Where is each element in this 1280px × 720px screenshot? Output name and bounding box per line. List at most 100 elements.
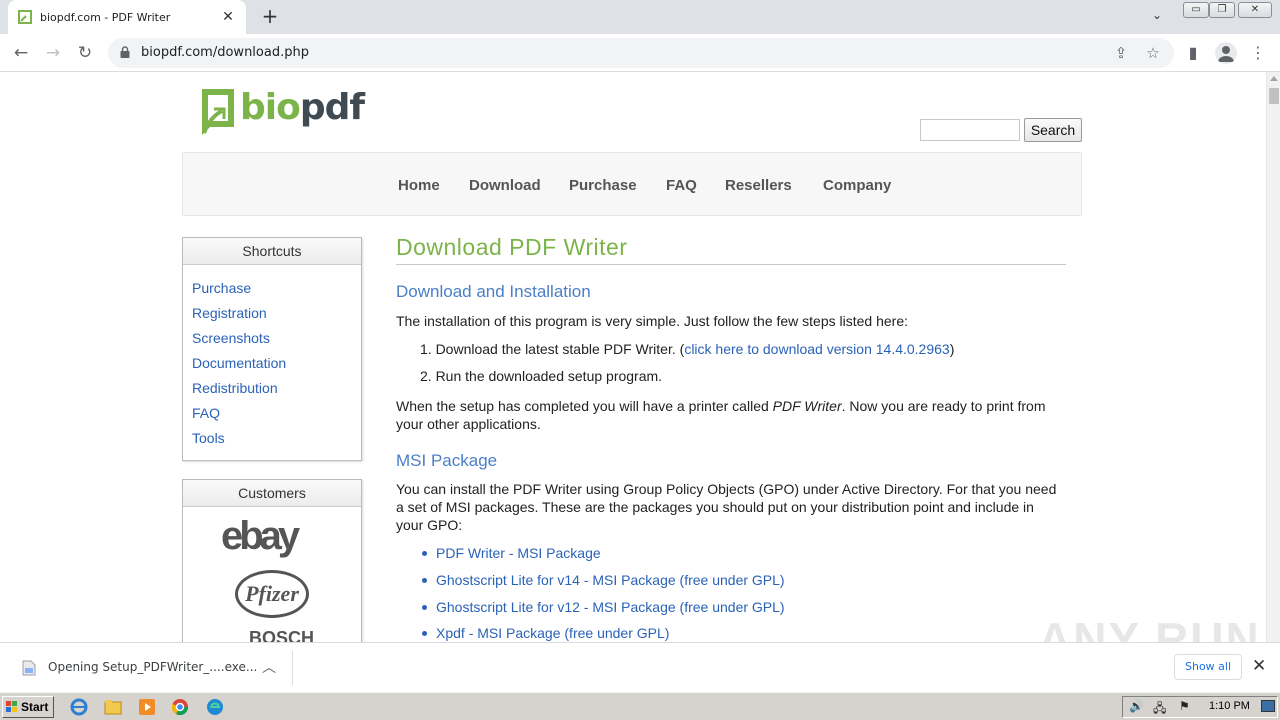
section-download-installation: Download and Installation: [396, 282, 591, 301]
shortcuts-box: Shortcuts Purchase Registration Screensh…: [182, 237, 362, 461]
site-navbar: Home Download Purchase FAQ Resellers Com…: [182, 152, 1082, 216]
msi-intro-text: You can install the PDF Writer using Gro…: [396, 481, 1057, 533]
download-link[interactable]: click here to download version 14.4.0.29…: [684, 341, 949, 357]
chevron-up-icon[interactable]: ︿: [262, 657, 276, 677]
close-window-button[interactable]: ✕: [1238, 2, 1272, 18]
shortcuts-title: Shortcuts: [183, 238, 361, 265]
media-player-icon[interactable]: [138, 698, 156, 716]
download-status-text[interactable]: Opening Setup_PDFWriter_....exe...: [48, 660, 257, 674]
site-search-button[interactable]: Search: [1024, 118, 1082, 142]
bullet-dot: [422, 551, 427, 556]
close-download-bar-icon[interactable]: ✕: [1252, 656, 1266, 676]
scroll-up-arrow-icon[interactable]: [1270, 76, 1278, 81]
pfizer-text: Pfizer: [245, 581, 299, 606]
internet-explorer-icon[interactable]: [70, 698, 88, 716]
nav-home[interactable]: Home: [398, 177, 440, 194]
new-tab-button[interactable]: +: [258, 5, 282, 29]
edge-icon[interactable]: [206, 698, 224, 716]
site-search-input[interactable]: [920, 119, 1020, 141]
show-desktop-icon[interactable]: [1261, 700, 1275, 712]
biopdf-logo-icon: [202, 89, 234, 135]
customers-title: Customers: [183, 480, 361, 507]
profile-avatar-icon[interactable]: [1215, 42, 1237, 64]
shortcut-faq[interactable]: FAQ: [192, 405, 220, 421]
after-setup-text: When the setup has completed you will ha…: [396, 397, 1064, 433]
section-msi-package: MSI Package: [396, 451, 498, 470]
bullet-dot: [422, 605, 427, 610]
lock-icon: [120, 46, 130, 58]
tab-title: biopdf.com - PDF Writer: [40, 10, 171, 24]
bullet-dot: [422, 631, 427, 636]
url-text[interactable]: biopdf.com/download.php: [141, 45, 309, 60]
nav-resellers[interactable]: Resellers: [725, 177, 792, 194]
bosch-text: BOSCH: [249, 628, 315, 642]
forward-arrow-icon[interactable]: →: [42, 42, 64, 64]
download-bar: Opening Setup_PDFWriter_....exe... ︿ Sho…: [0, 642, 1280, 692]
biopdf-logo[interactable]: biopdf: [196, 85, 365, 139]
page-title: Download PDF Writer: [396, 234, 1066, 265]
shortcut-documentation[interactable]: Documentation: [192, 355, 286, 371]
customers-box: Customers ebay Pfizer BOSCH: [182, 479, 362, 642]
bullet-dot: [422, 578, 427, 583]
flag-icon[interactable]: ⚑: [1179, 699, 1190, 713]
address-bar[interactable]: biopdf.com/download.php ⇪ ☆: [108, 38, 1174, 68]
logo-bio: bio: [240, 87, 301, 128]
msi-link-xpdf[interactable]: Xpdf - MSI Package (free under GPL): [436, 625, 669, 641]
page-viewport: biopdf Search Home Download Purchase FAQ…: [0, 72, 1266, 642]
tab-search-chevron-icon[interactable]: ⌄: [1152, 8, 1162, 22]
customer-logo-pfizer: Pfizer: [235, 570, 309, 618]
shortcut-purchase[interactable]: Purchase: [192, 280, 251, 296]
shortcut-screenshots[interactable]: Screenshots: [192, 330, 270, 346]
page-scrollbar[interactable]: [1266, 72, 1280, 642]
msi-link-ghostscript-v14[interactable]: Ghostscript Lite for v14 - MSI Package (…: [436, 572, 785, 588]
step-2: 2. Run the downloaded setup program.: [420, 368, 663, 384]
file-icon: [22, 660, 36, 676]
browser-titlebar: biopdf.com - PDF Writer ✕ + ⌄ ▭ ❐ ✕: [0, 0, 1280, 34]
volume-icon[interactable]: 🔊: [1129, 699, 1144, 713]
intro-text: The installation of this program is very…: [396, 313, 908, 329]
ebay-text: ebay: [221, 514, 300, 558]
file-explorer-icon[interactable]: [104, 698, 122, 716]
nav-faq[interactable]: FAQ: [666, 177, 697, 194]
scroll-thumb[interactable]: [1269, 88, 1279, 104]
bookmark-star-icon[interactable]: ☆: [1144, 44, 1162, 62]
share-icon[interactable]: ⇪: [1112, 44, 1130, 62]
start-button[interactable]: Start: [2, 696, 54, 718]
windows-flag-icon: [6, 701, 17, 712]
show-all-button[interactable]: Show all: [1174, 654, 1242, 680]
menu-dots-icon[interactable]: ⋮: [1247, 42, 1269, 64]
logo-wordmark: biopdf: [240, 87, 365, 128]
windows-taskbar: Start 🔊 🖧 ⚑ 1:10 PM: [0, 692, 1280, 720]
shortcut-registration[interactable]: Registration: [192, 305, 267, 321]
step-1: 1. Download the latest stable PDF Writer…: [420, 341, 954, 357]
step-1-end: ): [949, 341, 955, 357]
system-tray: 🔊 🖧 ⚑ 1:10 PM: [1122, 696, 1278, 718]
back-arrow-icon[interactable]: ←: [10, 42, 32, 64]
start-label: Start: [21, 700, 49, 714]
step-1-text: 1. Download the latest stable PDF Writer…: [420, 341, 685, 357]
nav-company[interactable]: Company: [823, 177, 891, 194]
printer-name: PDF Writer: [772, 398, 842, 414]
biopdf-favicon-icon: [18, 10, 32, 24]
shortcut-tools[interactable]: Tools: [192, 430, 225, 446]
customer-logo-ebay: ebay: [221, 514, 300, 559]
restore-button[interactable]: ❐: [1209, 2, 1235, 18]
minimize-button[interactable]: ▭: [1183, 2, 1209, 18]
browser-tab[interactable]: biopdf.com - PDF Writer ✕: [8, 0, 246, 34]
nav-purchase[interactable]: Purchase: [569, 177, 637, 194]
divider: [292, 651, 293, 685]
taskbar-clock[interactable]: 1:10 PM: [1209, 700, 1250, 712]
browser-toolbar: ← → ↻ biopdf.com/download.php ⇪ ☆ ▮ ⋮: [0, 34, 1280, 72]
logo-pdf: pdf: [299, 87, 365, 128]
msi-link-ghostscript-v12[interactable]: Ghostscript Lite for v12 - MSI Package (…: [436, 599, 785, 615]
shortcut-redistribution[interactable]: Redistribution: [192, 380, 278, 396]
reload-icon[interactable]: ↻: [74, 42, 96, 64]
customer-logo-bosch: BOSCH: [223, 628, 314, 642]
nav-download[interactable]: Download: [469, 177, 541, 194]
side-panel-icon[interactable]: ▮: [1182, 42, 1204, 64]
msi-link-pdfwriter[interactable]: PDF Writer - MSI Package: [436, 545, 601, 561]
chrome-icon[interactable]: [171, 698, 189, 716]
after-pre: When the setup has completed you will ha…: [396, 398, 773, 414]
network-icon[interactable]: 🖧: [1153, 699, 1166, 720]
tab-close-icon[interactable]: ✕: [220, 9, 236, 25]
